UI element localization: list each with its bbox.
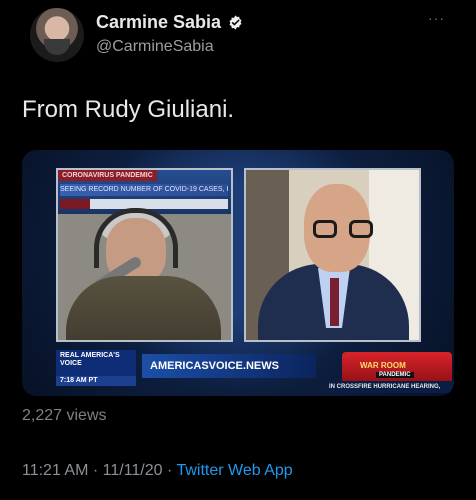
network-logo: REAL AMERICA'S VOICE: [56, 350, 136, 376]
meta-separator-1: ·: [88, 462, 103, 479]
person-jacket: [66, 276, 221, 340]
pandemic-tag: CORONAVIRUS PANDEMIC: [58, 170, 157, 181]
crossfire-ticker: IN CROSSFIRE HURRICANE HEARING,: [323, 381, 454, 393]
lower-third: REAL AMERICA'S VOICE 7:18 AM PT AMERICAS…: [44, 350, 454, 393]
more-icon[interactable]: ···: [428, 10, 445, 26]
tweet-time[interactable]: 11:21 AM: [22, 462, 88, 479]
news-ticker-top: CORONAVIRUS PANDEMIC SEEING RECORD NUMBE…: [58, 170, 231, 214]
war-room-title: WAR ROOM: [360, 361, 406, 370]
left-video-panel: CORONAVIRUS PANDEMIC SEEING RECORD NUMBE…: [56, 168, 233, 342]
verified-badge-icon: [229, 15, 242, 30]
views-count: 2,227 views: [22, 407, 107, 424]
user-name-row: Carmine Sabia: [96, 12, 244, 33]
right-video-panel: [244, 168, 421, 342]
meta-separator-2: ·: [162, 462, 177, 479]
tweet-text: From Rudy Giuliani.: [22, 96, 235, 123]
person-tie: [330, 278, 339, 326]
glasses-lens-left: [313, 220, 337, 238]
avatar[interactable]: [30, 8, 84, 62]
ticker-line: SEEING RECORD NUMBER OF COVID-19 CASES, …: [60, 184, 228, 196]
tweet-meta: 11:21 AM · 11/11/20 · Twitter Web App: [22, 462, 293, 480]
glasses-icon: [313, 220, 373, 238]
tweet-date[interactable]: 11/11/20: [103, 462, 163, 479]
user-name[interactable]: Carmine Sabia: [96, 12, 221, 33]
tweet-source[interactable]: Twitter Web App: [176, 462, 292, 479]
tweet-media[interactable]: CORONAVIRUS PANDEMIC SEEING RECORD NUMBE…: [22, 150, 454, 396]
war-room-subtitle: PANDEMIC: [376, 372, 414, 378]
glasses-lens-right: [349, 220, 373, 238]
network-time: 7:18 AM PT: [56, 376, 136, 386]
site-banner: AMERICASVOICE.NEWS: [142, 354, 316, 378]
user-handle[interactable]: @CarmineSabia: [96, 38, 214, 56]
